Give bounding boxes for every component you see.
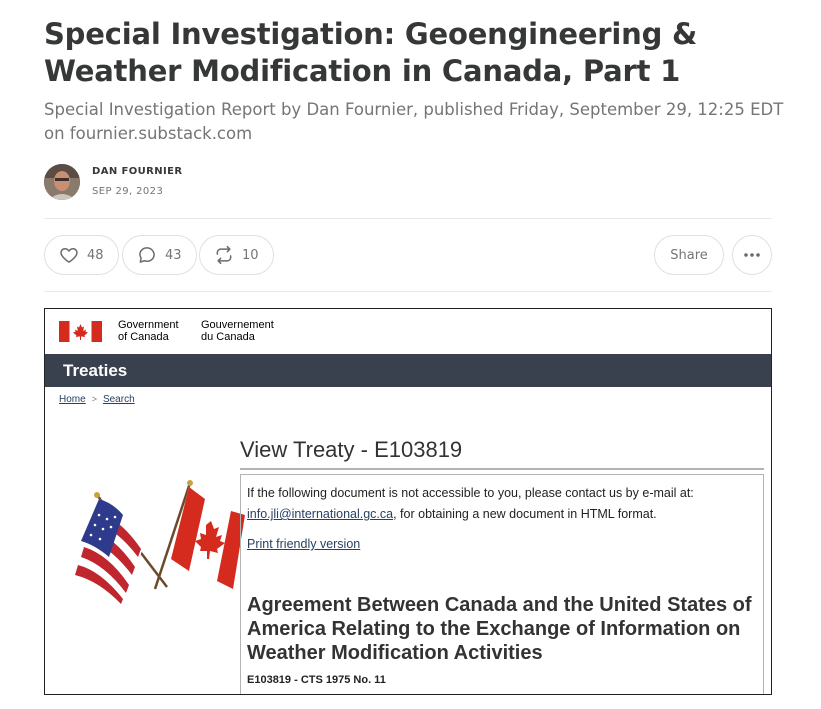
heart-icon — [60, 248, 78, 263]
comment-count: 43 — [165, 247, 182, 263]
restack-count: 10 — [242, 247, 259, 263]
post-subtitle: Special Investigation Report by Dan Four… — [44, 100, 784, 143]
author-name[interactable]: DAN FOURNIER — [92, 164, 182, 180]
agreement-title: Agreement Between Canada and the United … — [247, 594, 752, 664]
canada-flag-waving-icon — [171, 487, 245, 589]
treaties-title: Treaties — [63, 361, 128, 380]
accessibility-notice: If the following document is not accessi… — [247, 483, 747, 525]
post-title: Special Investigation: Geoengineering & … — [44, 17, 698, 88]
divider-top — [44, 218, 772, 219]
treaty-heading-rule — [240, 468, 764, 470]
notice-tail: , for obtaining a new document in HTML f… — [393, 507, 657, 521]
print-friendly-link[interactable]: Print friendly version — [247, 537, 360, 551]
gc-header: Government of Canada Gouvernement du Can… — [45, 309, 771, 355]
gov-fr-line1: Gouvernement — [201, 319, 274, 331]
post-date: SEP 29, 2023 — [92, 186, 164, 197]
comment-button[interactable]: 43 — [122, 235, 197, 275]
contact-email-link[interactable]: info.jli@international.gc.ca — [247, 507, 393, 521]
breadcrumb-home-link[interactable]: Home — [59, 394, 86, 405]
gov-wordmark-fr: Gouvernement du Canada — [201, 319, 274, 343]
like-count: 48 — [87, 247, 104, 263]
more-options-button[interactable] — [732, 235, 772, 275]
treaty-heading: View Treaty - E103819 — [240, 437, 463, 462]
breadcrumb-search-link[interactable]: Search — [103, 394, 135, 405]
divider-bottom — [44, 291, 772, 292]
like-button[interactable]: 48 — [44, 235, 119, 275]
embedded-treaty-screenshot: Government of Canada Gouvernement du Can… — [44, 308, 772, 695]
gov-fr-line2: du Canada — [201, 331, 255, 343]
crossed-flags-image — [69, 480, 245, 604]
breadcrumb-separator: > — [91, 394, 97, 404]
gov-wordmark-en: Government of Canada — [118, 319, 179, 343]
byline: DAN FOURNIER SEP 29, 2023 — [44, 164, 182, 200]
author-avatar[interactable] — [44, 164, 80, 200]
gov-en-line1: Government — [118, 319, 179, 331]
ellipsis-icon — [744, 253, 760, 257]
gov-en-line2: of Canada — [118, 331, 169, 343]
comment-icon — [139, 247, 155, 263]
share-button[interactable]: Share — [654, 235, 724, 275]
notice-text: If the following document is not accessi… — [247, 486, 694, 500]
avatar-photo-icon — [44, 164, 80, 200]
us-flag-icon — [69, 499, 147, 604]
treaty-content-box: If the following document is not accessi… — [240, 474, 764, 694]
breadcrumb: Home > Search — [59, 394, 135, 405]
restack-icon — [216, 245, 232, 265]
restack-button[interactable]: 10 — [199, 235, 274, 275]
treaties-band: Treaties — [45, 354, 771, 387]
treaty-id: E103819 - CTS 1975 No. 11 — [247, 674, 386, 686]
canada-flag-icon — [59, 321, 102, 342]
